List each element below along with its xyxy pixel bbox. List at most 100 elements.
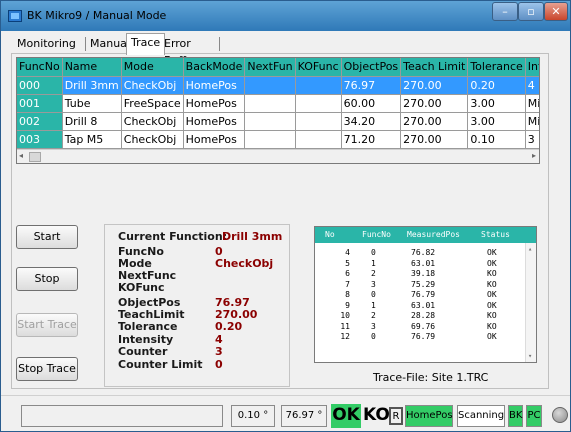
table-cell[interactable]: CheckObj: [121, 76, 184, 95]
table-cell[interactable]: [295, 76, 342, 95]
table-cell[interactable]: HomePos: [183, 130, 246, 149]
table-cell[interactable]: 270.00: [400, 76, 469, 95]
function-grid[interactable]: FuncNo Name Mode BackMode NextFun KOFunc…: [16, 57, 540, 164]
current-function-panel: Current Function: Drill 3mm FuncNo 0 Mode C…: [104, 224, 290, 387]
table-cell[interactable]: Min: [525, 94, 539, 113]
tab-error-buffer[interactable]: Error Buffer: [160, 35, 201, 67]
table-cell[interactable]: 3.00: [467, 94, 526, 113]
angle-readout-2: 76.97 °: [281, 405, 327, 427]
log-row[interactable]: 7 3 75.29 KO: [315, 280, 525, 290]
log-row[interactable]: 12 0 76.79 OK: [315, 332, 525, 342]
col-header[interactable]: FuncNo: [17, 58, 63, 77]
scroll-right-icon[interactable]: ▸: [532, 151, 536, 160]
horizontal-scrollbar[interactable]: ◂ ▸: [17, 149, 539, 163]
table-cell[interactable]: 76.97: [341, 76, 402, 95]
table-cell[interactable]: 003: [17, 130, 63, 149]
log-row[interactable]: 4 0 76.82 OK: [315, 248, 525, 258]
table-cell[interactable]: 0.20: [467, 76, 526, 95]
table-cell[interactable]: Min: [525, 112, 539, 131]
table-cell[interactable]: Tube: [62, 94, 122, 113]
log-cell: 1: [371, 300, 376, 310]
table-row[interactable]: 000 Drill 3mm CheckObj HomePos 76.97 270.00 0.…: [17, 76, 539, 95]
col-header[interactable]: NextFun: [244, 58, 296, 77]
scroll-thumb[interactable]: [29, 152, 41, 162]
log-cell: 9: [345, 300, 350, 310]
scroll-left-icon[interactable]: ◂: [19, 151, 23, 160]
log-row[interactable]: 11 3 69.76 KO: [315, 322, 525, 332]
table-cell[interactable]: 34.20: [341, 112, 402, 131]
col-header[interactable]: Teach Limit: [400, 58, 469, 77]
table-cell[interactable]: [295, 130, 342, 149]
table-cell[interactable]: 4: [525, 76, 539, 95]
col-header[interactable]: Intensity: [525, 58, 539, 77]
table-cell[interactable]: [295, 94, 342, 113]
table-cell[interactable]: 002: [17, 112, 63, 131]
table-cell[interactable]: [244, 112, 296, 131]
log-cell: 3: [371, 279, 376, 289]
log-cell: 39.18: [411, 269, 436, 278]
title-bar[interactable]: BK Mikro9 / Manual Mode – ▫ ✕: [1, 1, 570, 31]
table-cell[interactable]: 270.00: [400, 112, 469, 131]
table-cell[interactable]: 3.00: [467, 112, 526, 131]
table-cell[interactable]: Tap M5: [62, 130, 122, 149]
col-header[interactable]: Tolerance: [467, 58, 526, 77]
table-cell[interactable]: 71.20: [341, 130, 402, 149]
log-cell: 3: [371, 321, 376, 331]
log-cell: 2: [371, 311, 376, 320]
scroll-down-icon[interactable]: ▾: [528, 352, 532, 360]
r-indicator: R: [389, 407, 403, 425]
log-cell: 28.28: [411, 311, 436, 320]
table-row[interactable]: 003 Tap M5 CheckObj HomePos 71.20 270.00 0.10 3: [17, 130, 539, 149]
table-row[interactable]: 002 Drill 8 CheckObj HomePos 34.20 270.00 3.00…: [17, 112, 539, 131]
table-cell[interactable]: CheckObj: [121, 130, 184, 149]
maximize-button[interactable]: ▫: [518, 2, 544, 21]
table-cell[interactable]: 000: [17, 76, 63, 95]
stop-trace-button[interactable]: Stop Trace: [16, 357, 78, 381]
table-cell[interactable]: [244, 76, 296, 95]
log-cell: 7: [345, 279, 350, 289]
table-cell[interactable]: CheckObj: [121, 112, 184, 131]
log-col-no: No: [325, 230, 335, 239]
col-header[interactable]: Name: [62, 58, 122, 77]
table-cell[interactable]: HomePos: [183, 94, 246, 113]
table-cell[interactable]: Drill 8: [62, 112, 122, 131]
log-row[interactable]: 8 0 76.79 OK: [315, 290, 525, 300]
close-button[interactable]: ✕: [544, 2, 568, 21]
col-header[interactable]: ObjectPos: [341, 58, 402, 77]
trace-log[interactable]: No FuncNo MeasuredPos Status 4 0 76.82 OK 5 1…: [314, 226, 537, 363]
table-cell[interactable]: 270.00: [400, 94, 469, 113]
start-button[interactable]: Start: [16, 225, 78, 249]
start-trace-button[interactable]: Start Trace: [16, 313, 78, 337]
scroll-up-icon[interactable]: ▴: [528, 245, 532, 253]
pc-indicator: PC: [526, 405, 542, 427]
log-row[interactable]: 5 1 63.01 OK: [315, 259, 525, 269]
col-header[interactable]: Mode: [121, 58, 184, 77]
tab-monitoring[interactable]: Monitoring: [13, 35, 80, 53]
table-cell[interactable]: 60.00: [341, 94, 402, 113]
table-cell[interactable]: FreeSpace: [121, 94, 184, 113]
col-header[interactable]: BackMode: [183, 58, 246, 77]
vertical-scrollbar[interactable]: ▴ ▾: [525, 243, 536, 362]
table-cell[interactable]: HomePos: [183, 76, 246, 95]
col-header[interactable]: KOFunc: [295, 58, 342, 77]
tab-separator: [219, 37, 220, 51]
table-row[interactable]: 001TubeFreeSpaceHomePos 60.00270.003.00Mi…: [17, 94, 539, 113]
angle-readout-1: 0.10 °: [231, 405, 275, 427]
table-cell[interactable]: Drill 3mm: [62, 76, 122, 95]
table-cell[interactable]: [244, 130, 296, 149]
table-cell[interactable]: 001: [17, 94, 63, 113]
table-cell[interactable]: 0.10: [467, 130, 526, 149]
table-cell[interactable]: 3: [525, 130, 539, 149]
log-row[interactable]: 6 2 39.18 KO: [315, 269, 525, 279]
table-cell[interactable]: 270.00: [400, 130, 469, 149]
stop-button[interactable]: Stop: [16, 267, 78, 291]
homepos-indicator: HomePos: [405, 405, 453, 427]
table-cell[interactable]: HomePos: [183, 112, 246, 131]
table-cell[interactable]: [244, 94, 296, 113]
table-cell[interactable]: [295, 112, 342, 131]
minimize-button[interactable]: –: [492, 2, 518, 21]
log-row[interactable]: 10 2 28.28 KO: [315, 311, 525, 321]
field-label: Counter: [118, 345, 168, 358]
field-label: Tolerance: [118, 320, 178, 333]
log-row[interactable]: 9 1 63.01 OK: [315, 301, 525, 311]
